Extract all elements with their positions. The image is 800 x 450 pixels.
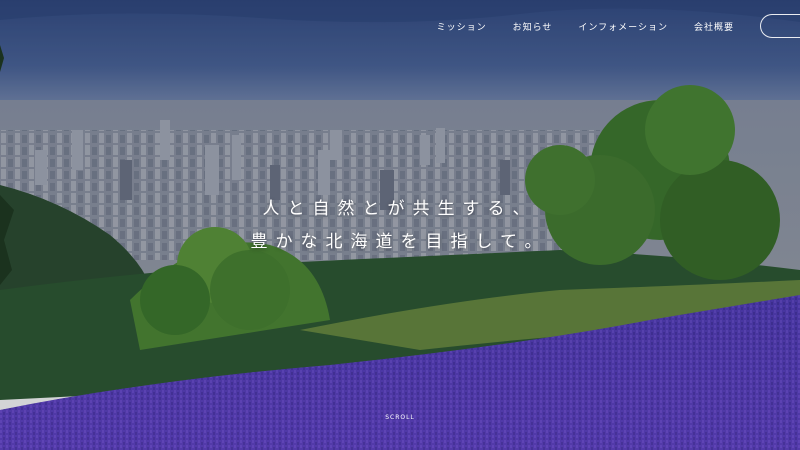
scroll-indicator[interactable]: SCROLL	[0, 414, 800, 421]
hero-overlay	[0, 0, 800, 450]
hero-headline-line1: 人と自然とが共生する、	[262, 199, 538, 219]
nav-item-mission[interactable]: ミッション	[437, 20, 487, 33]
nav-item-information[interactable]: インフォメーション	[578, 20, 668, 33]
nav-item-company[interactable]: 会社概要	[694, 20, 734, 33]
nav-item-news[interactable]: お知らせ	[513, 20, 553, 33]
hero-headline-line2: 豊かな北海道を目指して。	[250, 232, 550, 252]
main-nav: ミッション お知らせ インフォメーション 会社概要	[437, 14, 800, 38]
hero-section: ミッション お知らせ インフォメーション 会社概要 人と自然とが共生する、 豊か…	[0, 0, 800, 450]
contact-button[interactable]	[760, 14, 800, 38]
